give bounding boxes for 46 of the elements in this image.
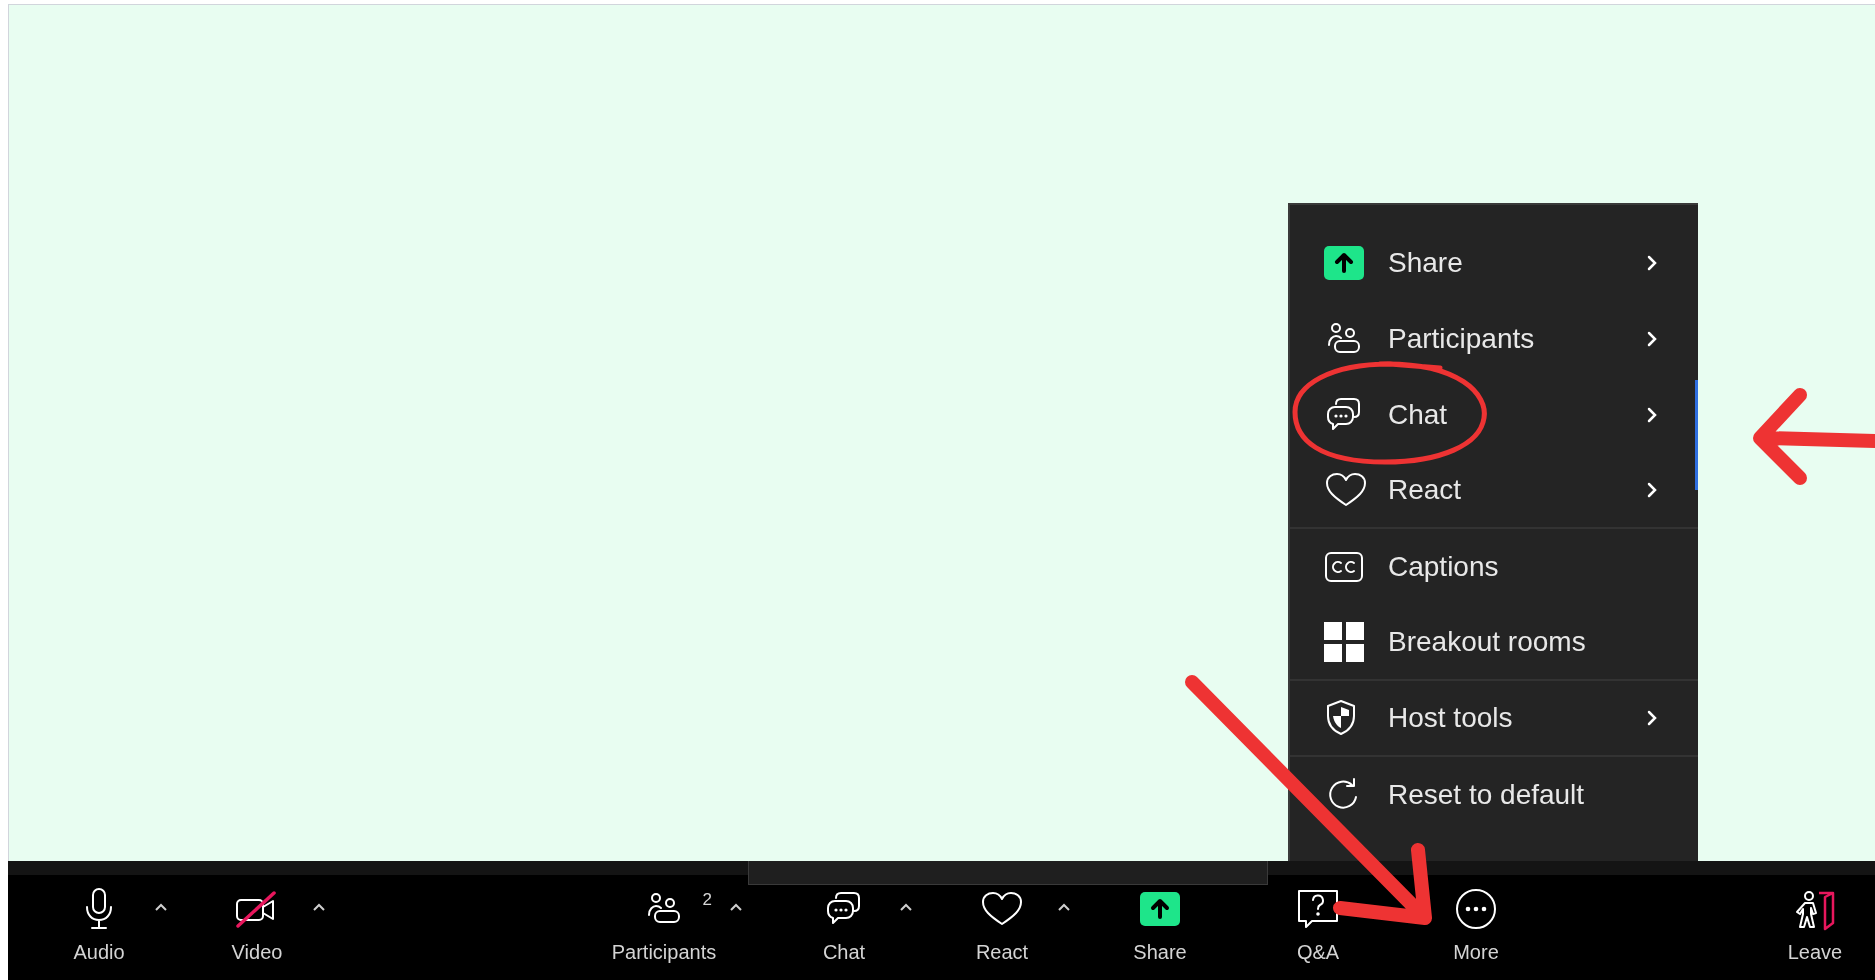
grid-icon <box>1324 622 1364 662</box>
menu-item[interactable]: Reset to default <box>1290 757 1698 833</box>
caret-icon <box>154 902 168 912</box>
caret-icon <box>1057 902 1071 912</box>
share-icon <box>1140 892 1180 926</box>
chevron-right-icon <box>1646 406 1658 424</box>
menu-item-label: Breakout rooms <box>1388 625 1586 659</box>
toolbar-button[interactable]: More <box>1426 885 1526 967</box>
caret-icon <box>899 902 913 912</box>
toolbar-button[interactable]: Q&A <box>1268 885 1368 967</box>
toolbar-button[interactable]: 2 Participants <box>604 885 724 967</box>
menu-item[interactable]: Host tools <box>1290 681 1698 757</box>
menu-item-label: React <box>1388 473 1462 507</box>
menu-item-label: Captions <box>1388 550 1499 584</box>
share-icon <box>1324 246 1364 280</box>
menu-item[interactable]: Captions <box>1290 529 1698 605</box>
chevron-right-icon <box>1646 330 1658 348</box>
heart-icon <box>1324 471 1368 509</box>
question-bubble-icon <box>1296 888 1340 930</box>
menu-item-label: Reset to default <box>1388 778 1585 812</box>
heart-icon <box>980 890 1024 928</box>
toolbar-button[interactable]: Leave <box>1765 885 1865 967</box>
menu-item[interactable]: Participants <box>1290 301 1698 377</box>
toolbar-button[interactable]: React <box>952 885 1052 967</box>
menu-item-label: Host tools <box>1388 701 1513 735</box>
participant-count: 2 <box>702 889 712 911</box>
chevron-right-icon <box>1646 709 1658 727</box>
menu-item-label: Participants <box>1388 322 1535 356</box>
menu-item[interactable]: React <box>1290 453 1698 529</box>
captions-icon <box>1324 551 1364 583</box>
shield-icon <box>1324 699 1358 737</box>
toolbar-button[interactable]: Chat <box>794 885 894 967</box>
chevron-right-icon <box>1646 481 1658 499</box>
menu-item-label: Chat <box>1388 398 1448 432</box>
microphone-icon <box>83 887 115 931</box>
menu-item[interactable]: Share <box>1290 225 1698 301</box>
menu-item[interactable]: Chat <box>1290 377 1698 453</box>
menu-item-label: Share <box>1388 246 1463 280</box>
more-icon <box>1454 887 1498 931</box>
caret-icon <box>729 902 743 912</box>
caret-icon <box>312 902 326 912</box>
toolbar-button[interactable]: Video <box>207 885 307 967</box>
toolbar-button[interactable]: Share <box>1110 885 1210 967</box>
toolbar-button[interactable]: Audio <box>49 885 149 967</box>
chevron-right-icon <box>1646 254 1658 272</box>
menu-item[interactable]: Breakout rooms <box>1290 605 1698 681</box>
